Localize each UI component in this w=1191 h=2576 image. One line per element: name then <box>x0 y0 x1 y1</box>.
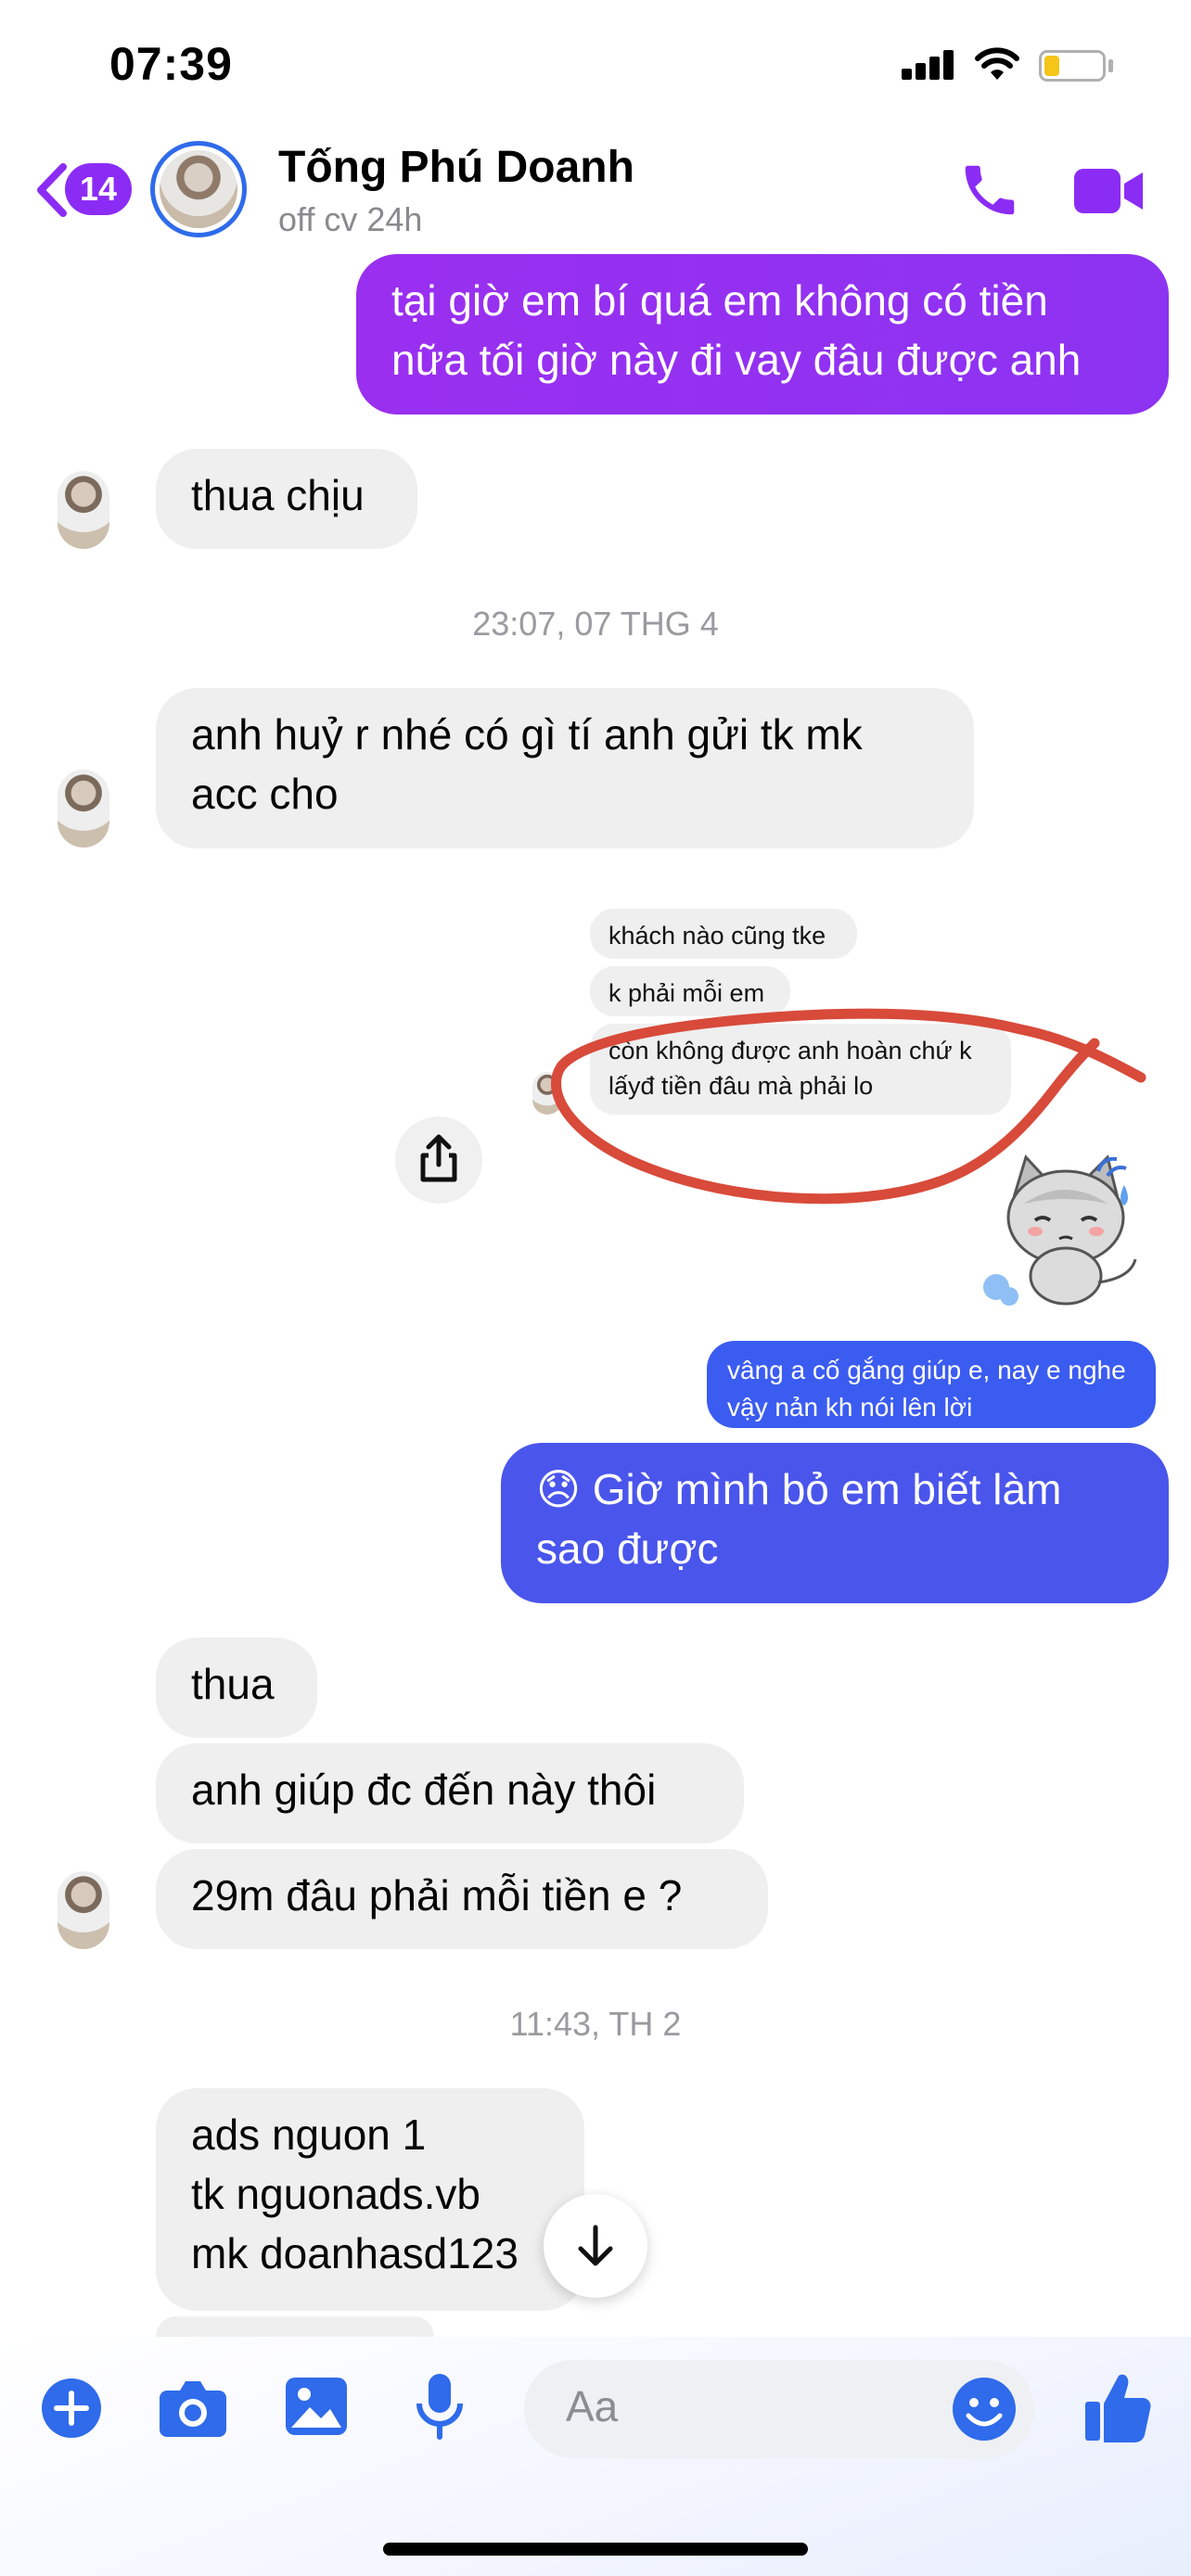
message-line: tk nguonads.vb <box>191 2170 481 2218</box>
emoji-icon[interactable] <box>952 2377 1017 2442</box>
wifi-icon <box>975 47 1019 80</box>
cat-sticker[interactable] <box>978 1139 1154 1315</box>
message-line: mk doanhasd123 <box>191 2229 519 2277</box>
incoming-message[interactable]: thua <box>156 1638 317 1738</box>
camera-icon[interactable] <box>158 2376 228 2439</box>
incoming-message[interactable]: ads nguon 1 tk nguonads.vb mk doanhasd12… <box>156 2088 584 2311</box>
incoming-message[interactable]: anh huỷ r nhé có gì tí anh gửi tk mk acc… <box>156 688 974 848</box>
message-line: ads nguon 1 <box>191 2111 427 2159</box>
unread-count-badge[interactable]: 14 <box>65 163 132 215</box>
image-icon[interactable] <box>284 2376 349 2437</box>
status-time: 07:39 <box>109 38 233 90</box>
outgoing-message[interactable]: tại giờ em bí quá em không có tiền nữa t… <box>356 254 1169 414</box>
video-camera-icon[interactable] <box>1072 163 1146 219</box>
phone-icon[interactable] <box>957 158 1022 223</box>
quoted-message: khách nào cũng tke <box>590 909 857 959</box>
contact-name[interactable]: Tống Phú Doanh <box>278 142 634 193</box>
arrow-down-icon <box>578 2225 613 2266</box>
outgoing-message[interactable]: 😞 Giờ mình bỏ em biết làm sao được <box>501 1443 1169 1603</box>
timestamp-separator: 11:43, TH 2 <box>509 2005 682 2043</box>
message-input-placeholder: Aa <box>566 2382 619 2430</box>
incoming-message[interactable]: thua chịu <box>156 449 417 549</box>
incoming-message[interactable]: 29m đâu phải mỗi tiền e ? <box>156 1849 768 1949</box>
sender-avatar[interactable] <box>58 770 109 848</box>
microphone-icon[interactable] <box>414 2372 466 2441</box>
share-icon <box>420 1134 457 1182</box>
thumbs-up-icon[interactable] <box>1083 2370 1152 2444</box>
sender-avatar[interactable] <box>58 1871 109 1949</box>
incoming-message[interactable]: anh giúp đc đến này thôi <box>156 1743 744 1843</box>
contact-avatar[interactable] <box>160 150 237 228</box>
battery-icon <box>1039 50 1106 82</box>
plus-icon[interactable] <box>41 2378 102 2439</box>
cellular-signal-icon <box>902 50 954 80</box>
contact-status: off cv 24h <box>278 200 423 238</box>
home-indicator <box>383 2543 808 2556</box>
timestamp-separator: 23:07, 07 THG 4 <box>472 605 719 643</box>
outgoing-quoted-message[interactable]: vâng a cố gắng giúp e, nay e nghe vậy nả… <box>707 1341 1156 1428</box>
sender-avatar[interactable] <box>58 471 109 549</box>
